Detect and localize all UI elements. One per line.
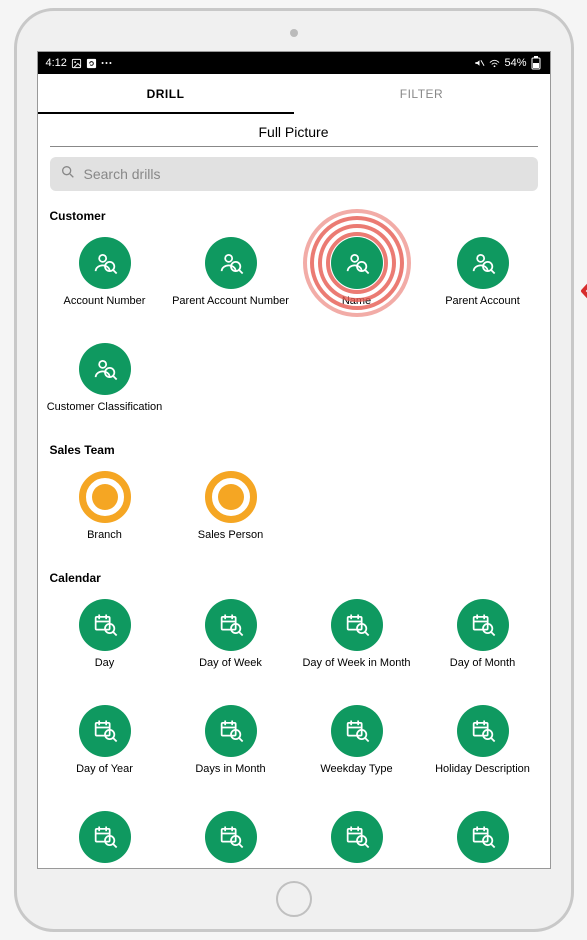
search-input[interactable] <box>84 166 528 182</box>
person-search-icon <box>205 237 257 289</box>
status-time: 4:12 <box>46 57 67 69</box>
drill-iso-week-of-year[interactable]: ISO Week of Year <box>294 803 420 868</box>
pointer-chevron-icon <box>579 276 587 313</box>
image-icon <box>71 58 82 69</box>
grid-calendar: Day Day of Week Day of Week in Month <box>42 591 546 868</box>
drill-label: Account Number <box>64 295 146 309</box>
drill-label: Day of Week in Month <box>302 657 410 671</box>
circle-icon <box>79 471 131 523</box>
drill-label: Day of Week <box>199 657 262 671</box>
tablet-frame: 4:12 54% <box>14 8 574 932</box>
grid-customer: Account Number Parent Account Number Nam… <box>42 229 546 435</box>
search-box[interactable] <box>50 157 538 191</box>
tab-filter[interactable]: FILTER <box>294 74 550 114</box>
drill-days-in-month[interactable]: Days in Month <box>168 697 294 797</box>
drill-label: Day of Month <box>450 657 515 671</box>
tabs: DRILL FILTER <box>38 74 550 114</box>
drill-day[interactable]: Day <box>42 591 168 691</box>
drill-day-of-month[interactable]: Day of Month <box>420 591 546 691</box>
drill-label: Sales Person <box>198 529 263 543</box>
drill-label: Customer Classification <box>47 401 163 415</box>
mute-icon <box>474 58 485 69</box>
drill-label: Holiday Description <box>435 763 530 777</box>
refresh-icon <box>86 58 97 69</box>
calendar-search-icon <box>205 599 257 651</box>
calendar-search-icon <box>205 811 257 863</box>
drill-day-of-year[interactable]: Day of Year <box>42 697 168 797</box>
drill-sales-person[interactable]: Sales Person <box>168 463 294 563</box>
wifi-icon <box>489 58 500 69</box>
calendar-search-icon <box>79 705 131 757</box>
drill-holiday-description[interactable]: Holiday Description <box>420 697 546 797</box>
drill-label: Days in Month <box>195 763 265 777</box>
drill-branch[interactable]: Branch <box>42 463 168 563</box>
page-subtitle: Full Picture <box>50 114 538 147</box>
calendar-search-icon <box>331 599 383 651</box>
drill-weekday-type[interactable]: Weekday Type <box>294 697 420 797</box>
drill-parent-account[interactable]: Parent Account <box>420 229 546 329</box>
camera-dot <box>290 29 298 37</box>
drill-label: Parent Account Number <box>172 295 289 309</box>
more-icon <box>101 58 112 69</box>
section-title-calendar: Calendar <box>42 563 546 591</box>
home-button[interactable] <box>276 881 312 917</box>
calendar-search-icon <box>79 811 131 863</box>
drill-label: Branch <box>87 529 122 543</box>
person-search-icon <box>79 237 131 289</box>
section-title-sales-team: Sales Team <box>42 435 546 463</box>
drill-label: Weekday Type <box>320 763 392 777</box>
drill-parent-account-number[interactable]: Parent Account Number <box>168 229 294 329</box>
drill-account-number[interactable]: Account Number <box>42 229 168 329</box>
tab-drill[interactable]: DRILL <box>38 74 294 114</box>
calendar-search-icon <box>331 705 383 757</box>
drill-customer-classification[interactable]: Customer Classification <box>42 335 168 435</box>
calendar-search-icon <box>457 705 509 757</box>
calendar-search-icon <box>331 811 383 863</box>
drill-label: Parent Account <box>445 295 520 309</box>
grid-sales-team: Branch Sales Person <box>42 463 546 563</box>
content[interactable]: Customer Account Number Parent Account N… <box>38 201 550 868</box>
drill-week-of-month[interactable]: Week of Month <box>42 803 168 868</box>
circle-icon <box>205 471 257 523</box>
person-search-icon <box>457 237 509 289</box>
drill-label: Day <box>95 657 115 671</box>
drill-day-of-week[interactable]: Day of Week <box>168 591 294 691</box>
calendar-search-icon <box>457 811 509 863</box>
tab-filter-label: FILTER <box>400 87 443 101</box>
calendar-search-icon <box>457 599 509 651</box>
drill-month-name[interactable]: Month Name <box>420 803 546 868</box>
person-search-icon <box>331 237 383 289</box>
drill-label: Name <box>342 295 371 309</box>
screen: 4:12 54% <box>37 51 551 869</box>
drill-name[interactable]: Name <box>294 229 420 329</box>
person-search-icon <box>79 343 131 395</box>
section-title-customer: Customer <box>42 201 546 229</box>
search-icon <box>60 164 76 185</box>
tab-drill-label: DRILL <box>147 87 185 101</box>
status-bar: 4:12 54% <box>38 52 550 74</box>
drill-label: Day of Year <box>76 763 133 777</box>
drill-week-of-year[interactable]: Week of Year <box>168 803 294 868</box>
drill-day-of-week-in-month[interactable]: Day of Week in Month <box>294 591 420 691</box>
battery-icon <box>531 58 542 69</box>
status-battery-pct: 54% <box>504 57 526 69</box>
calendar-search-icon <box>205 705 257 757</box>
calendar-search-icon <box>79 599 131 651</box>
